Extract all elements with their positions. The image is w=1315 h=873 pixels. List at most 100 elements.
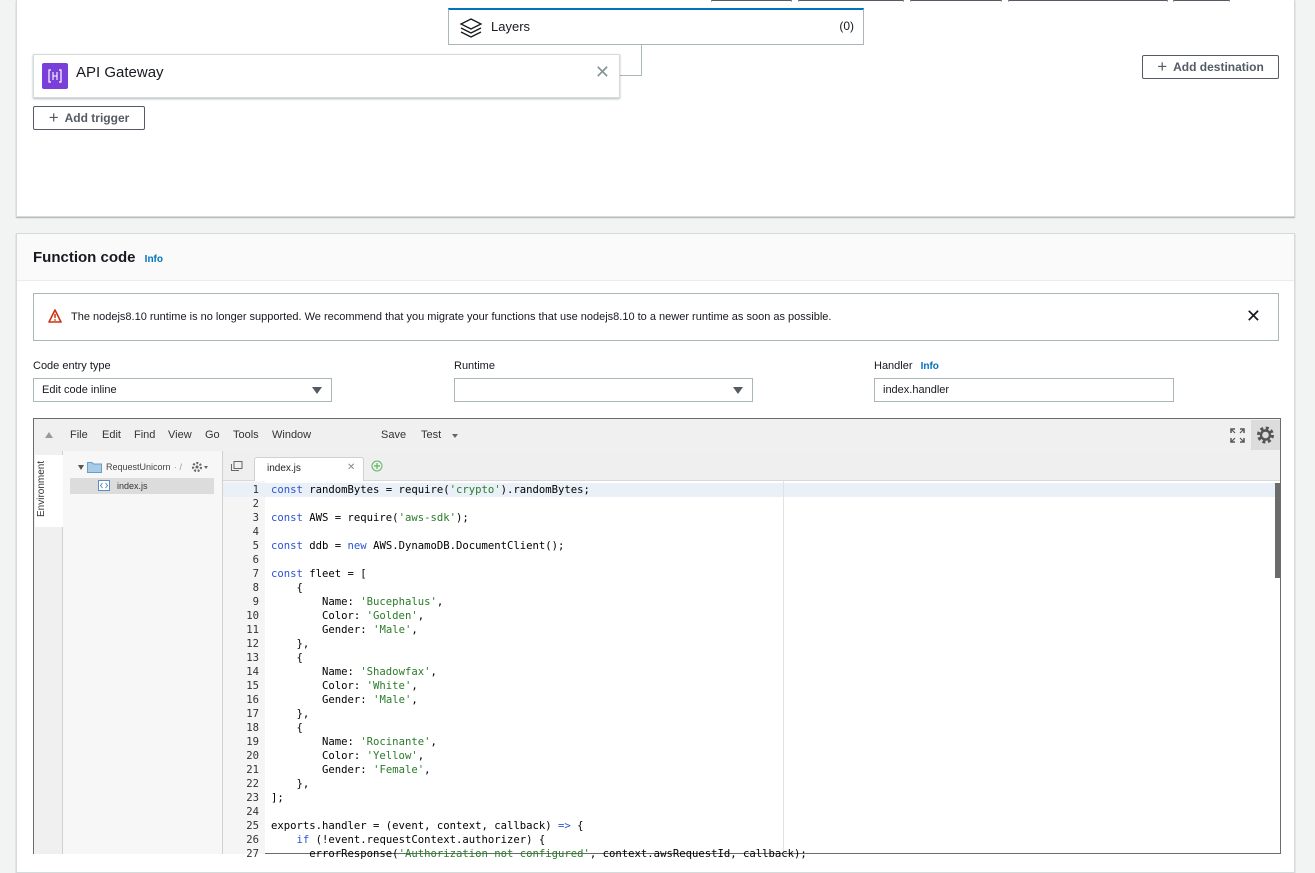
add-destination-label: Add destination — [1173, 60, 1264, 74]
tab-label: index.js — [267, 463, 301, 474]
handler-value: index.handler — [883, 384, 950, 396]
test-button[interactable]: Test — [421, 429, 441, 441]
handler-label: Handler — [874, 360, 913, 372]
code-text: Name: 'Shadowfax', — [271, 666, 437, 678]
menu-window[interactable]: Window — [272, 429, 311, 441]
settings-button[interactable] — [1251, 420, 1280, 450]
fullscreen-icon[interactable] — [1230, 428, 1245, 443]
code-text: Name: 'Bucephalus', — [271, 596, 444, 608]
add-destination-button[interactable]: + Add destination — [1142, 55, 1279, 79]
toolbar-button-edge[interactable] — [910, 0, 1002, 2]
code-text: Color: 'White', — [271, 680, 418, 692]
editor-scrollbar[interactable] — [1275, 483, 1280, 578]
line-number: 19 — [246, 736, 259, 748]
code-entry-value: Edit code inline — [42, 384, 117, 396]
line-number: 7 — [252, 568, 259, 580]
toolbar-button-edge[interactable] — [798, 0, 904, 2]
menu-view[interactable]: View — [168, 429, 192, 441]
folder-icon — [87, 462, 102, 473]
file-tree — [63, 451, 223, 854]
line-number: 4 — [252, 526, 259, 538]
add-trigger-button[interactable]: + Add trigger — [33, 106, 145, 130]
folder-name[interactable]: RequestUnicorn — [106, 462, 171, 472]
toolbar-button-edge[interactable] — [1008, 0, 1168, 2]
line-number: 24 — [246, 806, 259, 818]
code-text: { — [271, 652, 303, 664]
handler-input[interactable]: index.handler — [874, 378, 1174, 402]
chevron-down-icon — [733, 387, 743, 394]
runtime-select[interactable] — [454, 378, 753, 402]
close-icon[interactable]: ✕ — [1246, 307, 1261, 325]
line-number: 13 — [246, 652, 259, 664]
code-area[interactable]: 1 const randomBytes = require('crypto').r… — [223, 481, 1275, 860]
runtime-label: Runtime — [454, 360, 495, 372]
code-text: Gender: 'Female', — [271, 764, 431, 776]
layers-box[interactable]: Layers (0) — [448, 8, 864, 45]
plus-icon: + — [48, 108, 59, 127]
line-number: 25 — [246, 820, 259, 832]
code-text: const AWS = require('aws-sdk'); — [271, 512, 469, 524]
line-number: 14 — [246, 666, 259, 678]
save-button[interactable]: Save — [381, 429, 406, 441]
tab-index-js[interactable]: index.js ✕ — [254, 457, 364, 481]
add-trigger-label: Add trigger — [64, 111, 130, 125]
toolbar-button-edge[interactable] — [711, 0, 792, 2]
line-number: 12 — [246, 638, 259, 650]
trigger-card[interactable]: API Gateway ✕ — [33, 54, 620, 98]
toolbar-button-edge[interactable] — [1173, 0, 1230, 2]
line-number: 27 — [246, 848, 259, 860]
code-text: ]; — [271, 792, 284, 804]
line-number: 10 — [246, 610, 259, 622]
code-text: Gender: 'Male', — [271, 624, 418, 636]
code-text: if (!event.requestContext.authorizer) { — [296, 834, 546, 846]
code-text: const ddb = new AWS.DynamoDB.DocumentCli… — [271, 540, 565, 552]
function-code-title: Function code Info — [33, 249, 163, 266]
code-text: exports.handler = (event, context, callb… — [271, 820, 584, 832]
code-text: const fleet = [ — [271, 568, 367, 580]
handler-info-link[interactable]: Info — [921, 361, 939, 372]
alert-text: The nodejs8.10 runtime is no longer supp… — [71, 311, 832, 323]
menu-find[interactable]: Find — [134, 429, 155, 441]
plus-icon: + — [1157, 57, 1168, 76]
tab-close-icon[interactable]: ✕ — [347, 462, 355, 473]
deprecation-alert: The nodejs8.10 runtime is no longer supp… — [33, 293, 1279, 341]
remove-trigger-close-icon[interactable]: ✕ — [595, 63, 610, 81]
file-name: index.js — [117, 481, 148, 491]
code-text: }, — [271, 708, 310, 720]
line-number: 26 — [246, 834, 259, 846]
code-text: Name: 'Rocinante', — [271, 736, 437, 748]
code-text: errorResponse('Authorization not configu… — [271, 848, 807, 860]
line-number: 22 — [246, 778, 259, 790]
environment-label: Environment — [36, 460, 47, 517]
ide-menubar — [34, 419, 1280, 452]
code-text: }, — [271, 638, 310, 650]
line-number: 23 — [246, 792, 259, 804]
expand-icon[interactable] — [78, 465, 84, 470]
tab-list-icon[interactable] — [231, 461, 243, 471]
code-text: { — [271, 722, 303, 734]
chevron-down-icon — [312, 387, 322, 394]
line-number: 2 — [252, 498, 259, 510]
code-text: Color: 'Golden', — [271, 610, 425, 622]
info-link[interactable]: Info — [145, 254, 163, 265]
menu-edit[interactable]: Edit — [102, 429, 121, 441]
code-text: }, — [271, 778, 310, 790]
gear-icon[interactable] — [191, 461, 209, 473]
line-number: 8 — [252, 582, 259, 594]
new-tab-icon[interactable] — [371, 460, 383, 472]
line-number: 15 — [246, 680, 259, 692]
menu-file[interactable]: File — [70, 429, 88, 441]
layers-label: Layers — [491, 19, 531, 34]
test-dropdown-icon[interactable] — [452, 434, 458, 438]
menu-tools[interactable]: Tools — [233, 429, 259, 441]
line-number: 1 — [252, 484, 259, 496]
code-text: { — [271, 582, 303, 594]
collapse-icon[interactable] — [45, 432, 53, 438]
line-number: 20 — [246, 750, 259, 762]
menu-go[interactable]: Go — [205, 429, 220, 441]
code-entry-select[interactable]: Edit code inline — [33, 378, 332, 402]
connector-line — [620, 45, 642, 76]
gear-icon — [1257, 426, 1274, 444]
folder-path-separator: · / — [174, 462, 182, 472]
code-entry-label: Code entry type — [33, 360, 111, 372]
